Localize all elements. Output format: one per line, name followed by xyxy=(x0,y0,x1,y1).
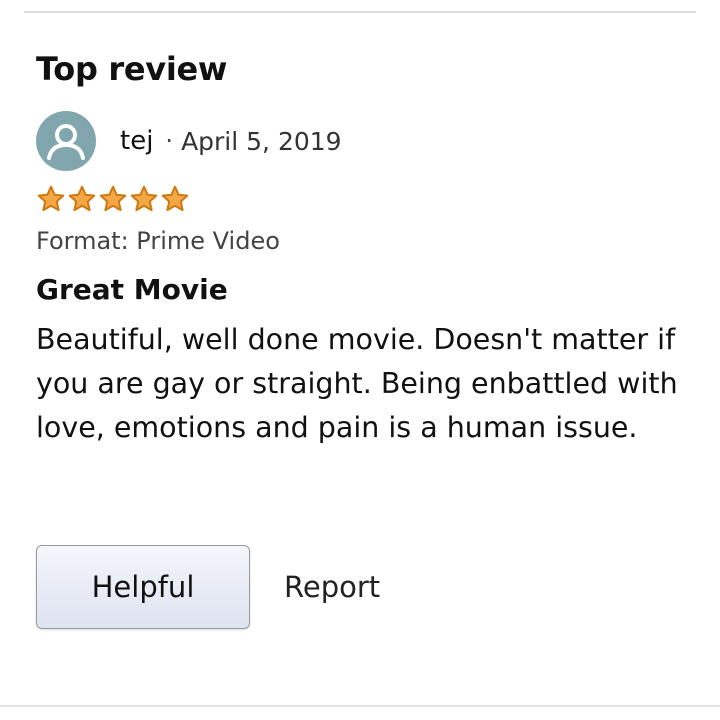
review-card: Top review tej · April 5, 2019 Format: P… xyxy=(36,48,686,450)
section-title: Top review xyxy=(36,50,228,88)
bottom-divider xyxy=(0,705,720,707)
star-icon xyxy=(130,185,158,212)
separator-dot: · xyxy=(165,127,174,155)
format-label: Format: Prime Video xyxy=(36,227,280,255)
top-divider xyxy=(24,11,696,13)
review-date: April 5, 2019 xyxy=(181,126,342,156)
star-icon xyxy=(99,185,127,212)
star-icon xyxy=(37,185,65,212)
reviewer-name[interactable]: tej xyxy=(120,126,153,156)
review-body: Beautiful, well done movie. Doesn't matt… xyxy=(36,323,678,444)
report-link[interactable]: Report xyxy=(284,570,380,604)
star-icon xyxy=(161,185,189,212)
star-icon xyxy=(68,185,96,212)
user-avatar-icon[interactable] xyxy=(36,111,96,171)
star-rating[interactable] xyxy=(36,182,686,216)
review-actions: Helpful Report xyxy=(36,545,380,629)
helpful-button[interactable]: Helpful xyxy=(36,545,250,629)
review-page: Top review tej · April 5, 2019 Format: P… xyxy=(0,0,720,720)
helpful-button-label: Helpful xyxy=(91,570,195,604)
review-title: Great Movie xyxy=(36,273,228,306)
reviewer-row: tej · April 5, 2019 xyxy=(36,110,686,172)
